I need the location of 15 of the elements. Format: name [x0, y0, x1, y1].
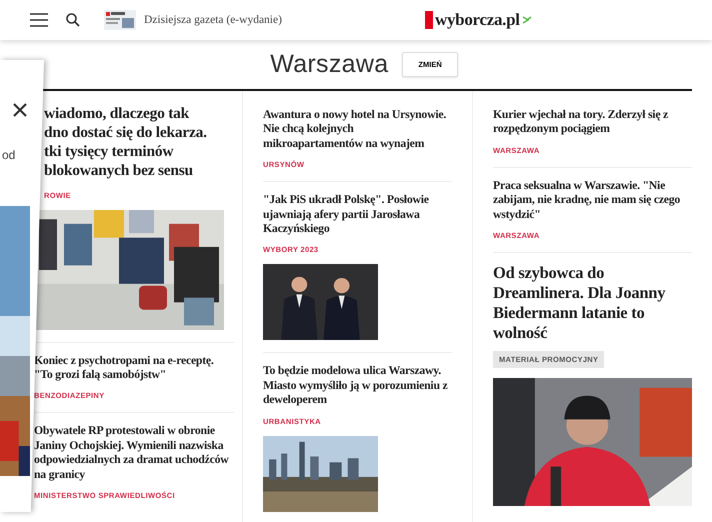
close-icon[interactable]	[12, 102, 28, 118]
site-logo[interactable]: wyborcza.pl	[425, 10, 712, 30]
popup-text: od	[2, 148, 16, 162]
article-headline[interactable]: Awantura o nowy hotel na Ursynowie. Nie chcą kolejnych mikroapartamentów na wynajem	[263, 107, 452, 150]
section-title: Warszawa	[270, 50, 388, 79]
menu-icon[interactable]	[30, 13, 48, 27]
article-headline[interactable]: "Jak PiS ukradł Polskę". Posłowie ujawniają afery partii Jarosława Kaczyńskiego	[263, 192, 452, 236]
newspaper-thumbnail-icon	[104, 10, 136, 30]
article-headline[interactable]: To będzie modelowa ulica Warszawy. Miasto wymyśliło ją w porozumieniu z deweloperem	[263, 363, 452, 407]
search-icon[interactable]	[66, 13, 80, 27]
article-headline[interactable]: Praca seksualna w Warszawie. "Nie zabijam, nie kradnę, nie mam się czego wstydzić"	[493, 178, 692, 221]
article-headline[interactable]: Od szybowca do Dreamlinera. Dla Joanny Biedermann latanie to wolność	[493, 262, 692, 344]
article-headline[interactable]: Kurier wjechał na tory. Zderzył się z rozpędzonym pociągiem	[493, 107, 692, 136]
e-edition-link[interactable]: Dzisiejsza gazeta (e-wydanie)	[104, 10, 282, 30]
logo-mark-icon	[425, 11, 433, 29]
